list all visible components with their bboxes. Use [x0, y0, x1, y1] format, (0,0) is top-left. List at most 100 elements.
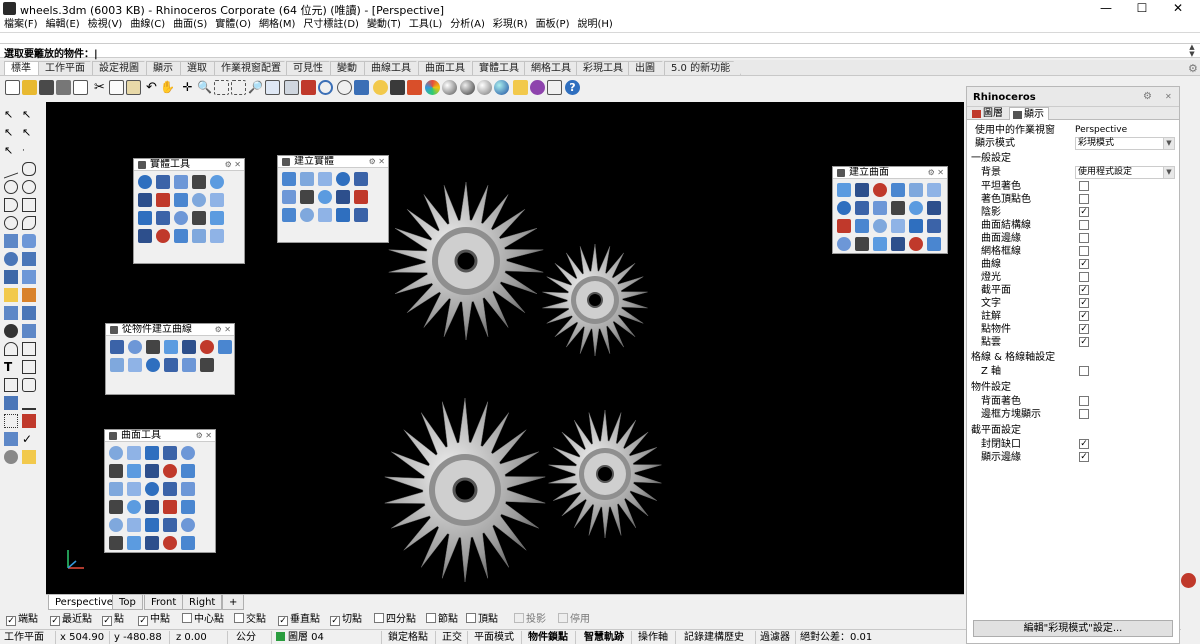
- palette-tool-icon[interactable]: [300, 172, 314, 186]
- palette-tool-icon[interactable]: [127, 536, 141, 550]
- mirror-icon[interactable]: [22, 342, 36, 356]
- tab-viewport-layout[interactable]: 作業視窗配置: [214, 61, 292, 75]
- palette-tool-icon[interactable]: [138, 175, 152, 189]
- palette-tool-icon[interactable]: [891, 219, 905, 233]
- minimize-button[interactable]: —: [1092, 0, 1120, 17]
- rhino-app-icon[interactable]: [3, 2, 16, 15]
- point-cloud-icon[interactable]: ·: [22, 144, 36, 158]
- boolean-icon[interactable]: [4, 432, 18, 446]
- polygon-tool-icon[interactable]: [4, 216, 18, 230]
- tab-select[interactable]: 選取: [180, 61, 218, 75]
- osnap-checkbox[interactable]: [426, 613, 436, 623]
- palette-tool-icon[interactable]: [146, 340, 160, 354]
- palette-tool-icon[interactable]: [200, 358, 214, 372]
- status-filter[interactable]: 過濾器: [760, 631, 796, 644]
- palette-tool-icon[interactable]: [210, 211, 224, 225]
- palette-gear-close-icon[interactable]: ⚙ ✕: [225, 159, 241, 171]
- panel-tab-layers[interactable]: 圖層: [969, 107, 1009, 120]
- osnap-checkbox[interactable]: [234, 613, 244, 623]
- setting-checkbox[interactable]: [1079, 366, 1089, 376]
- grid-snap-icon[interactable]: [318, 80, 333, 95]
- palette-tool-icon[interactable]: [837, 237, 851, 251]
- palette-tool-icon[interactable]: [156, 193, 170, 207]
- setting-checkbox[interactable]: ✓: [1079, 439, 1089, 449]
- palette-tool-icon[interactable]: [163, 500, 177, 514]
- zoom-selected-icon[interactable]: 🔎: [248, 80, 263, 95]
- select-window-icon[interactable]: ↖: [4, 126, 18, 140]
- osnap-option[interactable]: ✓ 垂直點: [278, 613, 320, 627]
- object-section-header[interactable]: 物件設定: [971, 381, 1175, 394]
- display-mode-select[interactable]: 彩現模式 ▼: [1075, 137, 1175, 150]
- general-section-header[interactable]: 一般設定: [971, 152, 1175, 165]
- osnap-option[interactable]: 投影: [514, 613, 546, 627]
- palette-tool-icon[interactable]: [156, 175, 170, 189]
- grid-icon[interactable]: [547, 80, 562, 95]
- setting-checkbox[interactable]: [1079, 220, 1089, 230]
- palette-tool-icon[interactable]: [109, 500, 123, 514]
- menu-dimension[interactable]: 尺寸標註(D): [299, 17, 363, 32]
- rendered-display-icon[interactable]: [460, 80, 475, 95]
- block-icon[interactable]: [4, 378, 18, 392]
- osnap-checkbox[interactable]: ✓: [278, 616, 288, 626]
- palette-tool-icon[interactable]: [873, 183, 887, 197]
- render-light-icon[interactable]: [4, 288, 18, 302]
- split-icon[interactable]: [22, 450, 36, 464]
- material-sphere-icon[interactable]: [494, 80, 509, 95]
- palette-tool-icon[interactable]: [891, 237, 905, 251]
- surface-tool-icon[interactable]: [4, 234, 18, 248]
- palette-tool-icon[interactable]: [156, 211, 170, 225]
- rectangle-tool-icon[interactable]: [22, 198, 36, 212]
- text-tool-icon[interactable]: T: [4, 360, 18, 374]
- setting-checkbox[interactable]: ✓: [1079, 311, 1089, 321]
- osnap-checkbox[interactable]: ✓: [50, 616, 60, 626]
- setting-checkbox[interactable]: [1079, 194, 1089, 204]
- palette-tool-icon[interactable]: [181, 518, 195, 532]
- circle-icon[interactable]: [337, 80, 352, 95]
- extrude-surface-icon[interactable]: [22, 234, 36, 248]
- osnap-checkbox[interactable]: [374, 613, 384, 623]
- palette-tool-icon[interactable]: [145, 500, 159, 514]
- palette-tool-icon[interactable]: [181, 536, 195, 550]
- palette-tool-icon[interactable]: [927, 219, 941, 233]
- join-icon[interactable]: [22, 396, 36, 410]
- group-icon[interactable]: [4, 396, 18, 410]
- status-cplane[interactable]: 工作平面: [4, 631, 56, 644]
- tab-curve-tools[interactable]: 曲線工具: [364, 61, 422, 75]
- circle-tool-icon[interactable]: [4, 180, 18, 194]
- palette-tool-icon[interactable]: [127, 500, 141, 514]
- select-arrow-icon[interactable]: ↖: [4, 108, 18, 122]
- palette-gear-close-icon[interactable]: ⚙ ✕: [369, 156, 385, 168]
- copy-icon[interactable]: [109, 80, 124, 95]
- palette-tool-icon[interactable]: [163, 482, 177, 496]
- object-properties-icon[interactable]: [407, 80, 422, 95]
- ellipse-tool-icon[interactable]: [22, 180, 36, 194]
- palette-tool-icon[interactable]: [181, 482, 195, 496]
- setting-checkbox[interactable]: ✓: [1079, 452, 1089, 462]
- setting-checkbox[interactable]: [1079, 272, 1089, 282]
- command-line[interactable]: 選取要籬放的物件：| ▲ ▼: [0, 43, 1200, 60]
- palette-tool-icon[interactable]: [891, 183, 905, 197]
- palette-tool-icon[interactable]: [300, 208, 314, 222]
- menu-surface[interactable]: 曲面(S): [169, 17, 211, 32]
- solid-sphere-icon[interactable]: [4, 252, 18, 266]
- zoom-window-icon[interactable]: [214, 80, 229, 95]
- menu-mesh[interactable]: 網格(M): [255, 17, 299, 32]
- palette-tool-icon[interactable]: [909, 219, 923, 233]
- tab-visibility[interactable]: 可見性: [286, 61, 334, 75]
- osnap-checkbox[interactable]: [558, 613, 568, 623]
- palette-tool-icon[interactable]: [837, 219, 851, 233]
- transform-scale-icon[interactable]: [22, 324, 36, 338]
- palette-tool-icon[interactable]: [855, 201, 869, 215]
- viewport-tab-top[interactable]: Top: [112, 595, 143, 610]
- grid-section-header[interactable]: 格線 & 格線軸設定: [971, 351, 1175, 364]
- viewport-tab-perspective[interactable]: Perspective: [48, 595, 120, 610]
- palette-tool-icon[interactable]: [146, 358, 160, 372]
- menu-help[interactable]: 說明(H): [574, 17, 617, 32]
- tab-new-in-v5[interactable]: 5.0 的新功能: [664, 61, 742, 75]
- setting-checkbox[interactable]: ✓: [1079, 285, 1089, 295]
- curve-from-object-icon[interactable]: [22, 378, 36, 392]
- palette-tool-icon[interactable]: [109, 482, 123, 496]
- palette-tool-icon[interactable]: [318, 190, 332, 204]
- help-icon[interactable]: ?: [565, 80, 580, 95]
- palette-tool-icon[interactable]: [127, 518, 141, 532]
